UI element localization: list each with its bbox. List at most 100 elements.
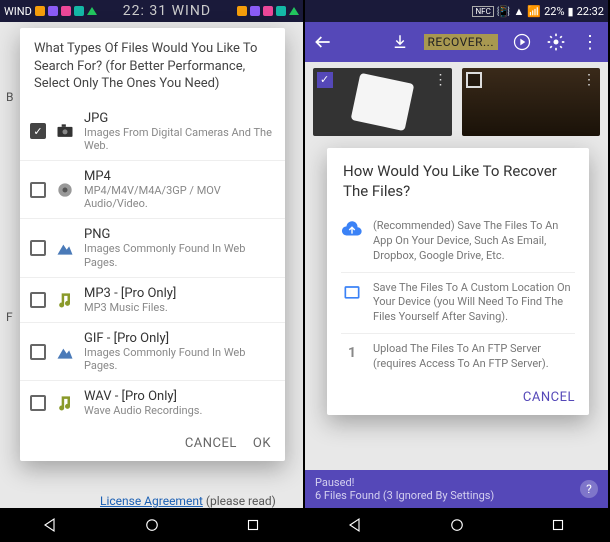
- dialog-actions: CANCEL OK: [20, 426, 285, 461]
- thumbnail-more-icon[interactable]: ⋮: [582, 72, 596, 88]
- checkbox[interactable]: [30, 123, 46, 139]
- nav-bar: [305, 508, 608, 542]
- download-icon[interactable]: [390, 32, 410, 52]
- cancel-button[interactable]: CANCEL: [523, 390, 575, 405]
- recents-icon[interactable]: [244, 516, 262, 534]
- file-type-row-mp3[interactable]: MP3 - [Pro Only] MP3 Music Files.: [20, 278, 285, 323]
- file-type-list: JPG Images From Digital Cameras And The …: [20, 103, 285, 426]
- thumbnail-checkbox[interactable]: [466, 72, 482, 88]
- bg-license: License Agreement (please read): [100, 494, 276, 508]
- status-bar: NFC 📳 ▲ 📶 22% ▮ 22:32: [305, 0, 608, 22]
- screen-right: NFC 📳 ▲ 📶 22% ▮ 22:32 RECOVER... ⋮ ⋮: [305, 0, 608, 542]
- recover-options-list: (Recommended) Save The Files To An App O…: [327, 211, 589, 380]
- status-bar: WIND 22: 31 WIND: [0, 0, 303, 22]
- file-type-name: MP3 - [Pro Only]: [84, 286, 275, 301]
- recover-option-cloud[interactable]: (Recommended) Save The Files To An App O…: [341, 211, 575, 273]
- file-type-desc: Wave Audio Recordings.: [84, 404, 275, 417]
- status-app-icon: [61, 6, 71, 16]
- play-store-icon: [87, 7, 97, 15]
- file-type-row-mp4[interactable]: MP4 MP4/M4V/M4A/3GP / MOV Audio/Video.: [20, 161, 285, 219]
- file-type-row-gif[interactable]: GIF - [Pro Only] Images Commonly Found I…: [20, 323, 285, 381]
- file-type-name: PNG: [84, 227, 275, 242]
- cancel-button[interactable]: CANCEL: [185, 436, 237, 451]
- home-icon[interactable]: [143, 516, 161, 534]
- status-app-icon: [276, 6, 286, 16]
- file-type-desc: Images From Digital Cameras And The Web.: [84, 126, 275, 152]
- nfc-label: NFC: [472, 6, 493, 17]
- checkbox[interactable]: [30, 240, 46, 256]
- signal-icon: 📶: [527, 5, 541, 18]
- play-store-icon: [289, 7, 299, 15]
- status-clock: 22: 31 WIND: [97, 3, 237, 19]
- file-type-desc: Images Commonly Found In Web Pages.: [84, 242, 275, 268]
- file-type-name: JPG: [84, 111, 275, 126]
- back-arrow-icon[interactable]: [313, 32, 333, 52]
- paused-subtitle: 6 Files Found (3 Ignored By Settings): [315, 489, 598, 502]
- screen-left: WIND 22: 31 WIND B F License Agreement (…: [0, 0, 303, 542]
- thumbnail-more-icon[interactable]: ⋮: [434, 72, 448, 88]
- file-type-name: MP4: [84, 169, 275, 184]
- recover-option-local[interactable]: Save The Files To A Custom Location On Y…: [341, 273, 575, 335]
- folder-icon: [341, 281, 363, 303]
- thumbnail[interactable]: ⋮: [313, 68, 452, 136]
- checkbox[interactable]: [30, 344, 46, 360]
- film-icon: [54, 179, 76, 201]
- nav-bar: [0, 508, 303, 542]
- checkbox[interactable]: [30, 292, 46, 308]
- music-icon: [54, 392, 76, 414]
- license-link[interactable]: License Agreement: [100, 494, 203, 508]
- status-app-icon: [35, 6, 45, 16]
- clock-label: 22:32: [577, 5, 604, 18]
- checkbox[interactable]: [30, 395, 46, 411]
- file-types-dialog: What Types Of Files Would You Like To Se…: [20, 28, 285, 461]
- recover-option-ftp[interactable]: 1 Upload The Files To An FTP Server (req…: [341, 334, 575, 380]
- status-app-icon: [48, 6, 58, 16]
- recents-icon[interactable]: [549, 516, 567, 534]
- more-icon[interactable]: ⋮: [580, 32, 600, 52]
- thumbnail-checkbox[interactable]: [317, 72, 333, 88]
- file-type-desc: Images Commonly Found In Web Pages.: [84, 346, 275, 372]
- recover-option-text: Save The Files To A Custom Location On Y…: [373, 281, 575, 326]
- battery-label: 22%: [544, 5, 564, 18]
- play-circle-icon[interactable]: [512, 32, 532, 52]
- cloud-upload-icon: [341, 219, 363, 241]
- gear-icon[interactable]: [546, 32, 566, 52]
- thumbnail-grid: ⋮ ⋮: [313, 68, 600, 136]
- file-type-name: WAV - [Pro Only]: [84, 389, 275, 404]
- ok-button[interactable]: OK: [253, 436, 271, 451]
- file-type-row-jpg[interactable]: JPG Images From Digital Cameras And The …: [20, 103, 285, 161]
- carrier-label: WIND: [4, 5, 32, 18]
- file-type-desc: MP3 Music Files.: [84, 301, 275, 314]
- bg-letter: B: [6, 90, 13, 104]
- battery-icon: ▮: [568, 5, 574, 18]
- dialog-actions: CANCEL: [327, 380, 589, 415]
- image-icon: [54, 237, 76, 259]
- status-app-icon: [237, 6, 247, 16]
- dialog-title: How Would You Like To Recover The Files?: [327, 148, 589, 211]
- ftp-icon: 1: [341, 342, 363, 364]
- file-type-row-png[interactable]: PNG Images Commonly Found In Web Pages.: [20, 219, 285, 277]
- image-icon: [54, 341, 76, 363]
- bg-letter: F: [6, 310, 13, 324]
- paused-title: Paused!: [315, 476, 598, 489]
- thumbnail[interactable]: ⋮: [462, 68, 601, 136]
- camera-icon: [54, 120, 76, 142]
- back-icon[interactable]: [347, 516, 365, 534]
- recover-option-text: (Recommended) Save The Files To An App O…: [373, 219, 575, 264]
- file-type-name: GIF - [Pro Only]: [84, 331, 275, 346]
- home-icon[interactable]: [448, 516, 466, 534]
- checkbox[interactable]: [30, 182, 46, 198]
- recover-label[interactable]: RECOVER...: [424, 34, 499, 50]
- dialog-title: What Types Of Files Would You Like To Se…: [20, 28, 285, 103]
- back-icon[interactable]: [42, 516, 60, 534]
- paused-bar: Paused! 6 Files Found (3 Ignored By Sett…: [305, 470, 608, 508]
- vibrate-icon: 📳: [497, 5, 511, 18]
- status-app-icon: [74, 6, 84, 16]
- recover-dialog: How Would You Like To Recover The Files?…: [327, 148, 589, 415]
- recover-option-text: Upload The Files To An FTP Server (requi…: [373, 342, 575, 372]
- status-app-icon: [263, 6, 273, 16]
- help-icon[interactable]: ?: [580, 480, 598, 498]
- status-app-icon: [250, 6, 260, 16]
- file-type-row-wav[interactable]: WAV - [Pro Only] Wave Audio Recordings.: [20, 381, 285, 425]
- app-bar: RECOVER... ⋮: [305, 22, 608, 62]
